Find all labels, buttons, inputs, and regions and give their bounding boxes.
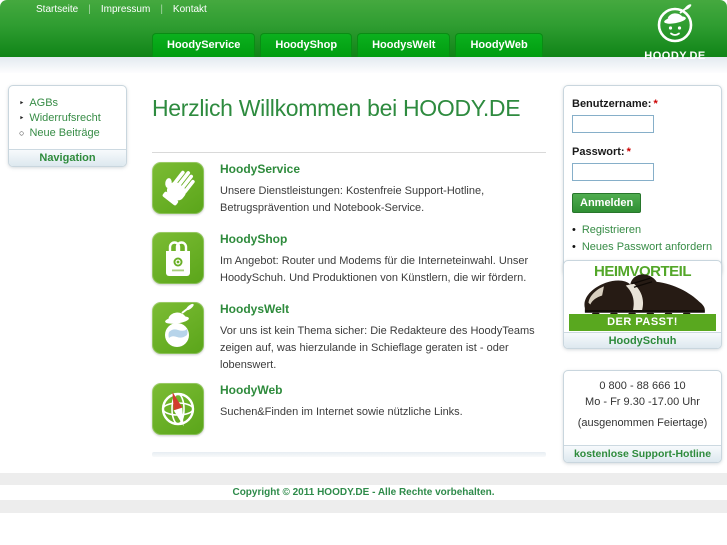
hotline-note: (ausgenommen Feiertage) [577, 417, 708, 429]
circle-bullet-icon: ○ [19, 128, 25, 138]
header-gradient-band [0, 57, 727, 73]
section-text: Unsere Dienstleistungen: Kostenfreie Sup… [220, 185, 485, 215]
football-boot-image [584, 274, 705, 318]
glove-icon [162, 170, 195, 206]
globe-hat-icon [165, 303, 194, 347]
new-password-link-item: • Neues Passwort anfordern [572, 241, 713, 253]
username-label: Benutzername: * [572, 98, 658, 110]
triangle-bullet-icon: ‣ [19, 98, 25, 108]
sidebar-item-widerrufsrecht[interactable]: ‣ Widerrufsrecht [19, 112, 120, 124]
tab-hoodyshop[interactable]: HoodyShop [260, 33, 353, 57]
hoodyschuh-promo-box: HEIMVORTEIL DER PASST! HoodySchuh [563, 260, 722, 349]
sidebar-list: ‣ AGBs ‣ Widerrufsrecht ○ Neue Beiträge [9, 86, 126, 149]
hoodyschuh-link[interactable]: HoodySchuh [564, 332, 721, 348]
promo-badge: DER PASST! [569, 314, 716, 331]
section-title[interactable]: HoodyService [220, 162, 546, 176]
content-area: ‣ AGBs ‣ Widerrufsrecht ○ Neue Beiträge Nav… [0, 73, 727, 473]
required-asterisk: * [626, 146, 631, 158]
footer-bottom-strip [0, 500, 727, 513]
top-utility-nav: Startseite | Impressum | Kontakt [36, 4, 217, 15]
tab-hoodyswelt[interactable]: HoodysWelt [357, 33, 451, 57]
main-column: Herzlich Willkommen bei HOODY.DE HoodySe… [152, 73, 546, 458]
dot-bullet-icon: • [572, 224, 576, 236]
section-title[interactable]: HoodysWelt [220, 302, 546, 316]
hotline-hours: Mo - Fr 9.30 -17.00 Uhr [585, 396, 700, 408]
section-hoodyservice: HoodyService Unsere Dienstleistungen: Ko… [152, 153, 546, 223]
required-asterisk: * [653, 98, 658, 110]
copyright-text: Copyright © 2011 HOODY.DE - Alle Rechte … [0, 485, 727, 500]
logo-text: HOODY.DE [644, 50, 706, 62]
hoodyweb-tile[interactable] [152, 383, 204, 436]
login-box: Benutzername: * Passwort: * Anmelden • Regi… [563, 85, 722, 275]
dot-bullet-icon: • [572, 241, 576, 253]
section-title[interactable]: HoodyShop [220, 232, 546, 246]
topnav-startseite[interactable]: Startseite [36, 4, 78, 15]
sidebar-item-agbs[interactable]: ‣ AGBs [19, 97, 120, 109]
sidebar-item-neue-beitraege[interactable]: ○ Neue Beiträge [19, 127, 120, 139]
section-text: Vor uns ist kein Thema sicher: Die Redak… [220, 325, 535, 372]
login-button[interactable]: Anmelden [572, 193, 642, 213]
section-hoodyswelt: HoodysWelt Vor uns ist kein Thema sicher… [152, 293, 546, 374]
hotline-phone-number: 0 800 - 88 666 10 [599, 380, 686, 392]
tab-hoodyservice[interactable]: HoodyService [152, 33, 256, 57]
section-text: Im Angebot: Router und Modems für die In… [220, 255, 529, 285]
site-logo[interactable]: HOODY.DE [635, 4, 715, 62]
hoodyshop-tile[interactable] [152, 232, 204, 284]
password-input[interactable] [572, 163, 654, 181]
sidebar-item-label: Widerrufsrecht [29, 112, 101, 124]
topnav-kontakt[interactable]: Kontakt [173, 4, 207, 15]
password-label: Passwort: * [572, 146, 631, 158]
topnav-impressum[interactable]: Impressum [101, 4, 150, 15]
sidebar-navigation: ‣ AGBs ‣ Widerrufsrecht ○ Neue Beiträge Nav… [8, 85, 127, 167]
register-link[interactable]: Registrieren [582, 224, 641, 236]
sidebar-item-label: AGBs [29, 97, 59, 109]
site-header: Startseite | Impressum | Kontakt HoodyServic… [0, 0, 727, 62]
hoodyservice-tile[interactable] [152, 162, 204, 214]
page-title: Herzlich Willkommen bei HOODY.DE [152, 95, 521, 121]
main-nav-tabs: HoodyService HoodyShop HoodysWelt HoodyW… [152, 33, 543, 57]
globe-compass-icon [161, 392, 195, 427]
sidebar-item-label: Neue Beiträge [29, 127, 100, 139]
content-end-divider [152, 452, 546, 458]
section-text: Suchen&Finden im Internet sowie nützlich… [220, 406, 463, 419]
topnav-separator: | [88, 4, 91, 15]
hoody-mascot-icon [657, 4, 693, 43]
tab-hoodyweb[interactable]: HoodyWeb [455, 33, 543, 57]
sidebar-footer-label: Navigation [9, 149, 126, 166]
new-password-link[interactable]: Neues Passwort anfordern [582, 241, 712, 253]
topnav-separator: | [160, 4, 163, 15]
username-input[interactable] [572, 115, 654, 133]
login-links: • Registrieren • Neues Passwort anfordern [572, 224, 713, 253]
footer-top-strip [0, 473, 727, 485]
triangle-bullet-icon: ‣ [19, 113, 25, 123]
promo-banner[interactable]: HEIMVORTEIL [564, 261, 721, 318]
shopping-bag-icon [166, 241, 190, 276]
section-title[interactable]: HoodyWeb [220, 383, 546, 397]
hotline-box: 0 800 - 88 666 10 Mo - Fr 9.30 -17.00 Uh… [563, 370, 722, 463]
section-hoodyshop: HoodyShop Im Angebot: Router und Modems … [152, 223, 546, 293]
hotline-footer-label: kostenlose Support-Hotline [564, 445, 721, 462]
section-hoodyweb: HoodyWeb Suchen&Finden im Internet sowie… [152, 374, 546, 444]
register-link-item: • Registrieren [572, 224, 713, 236]
hoodyswelt-tile[interactable] [152, 302, 204, 354]
